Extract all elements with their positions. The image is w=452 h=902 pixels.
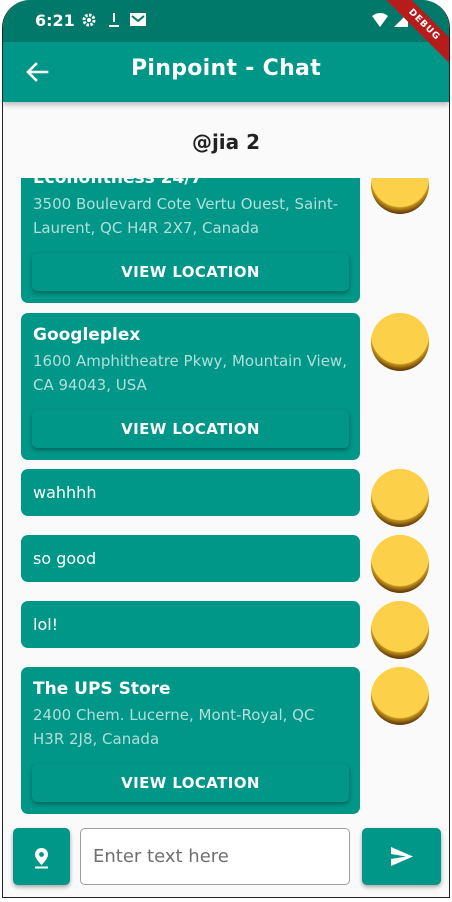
message-list[interactable]: Econofitness 24/7 3500 Boulevard Cote Ve…	[3, 178, 449, 818]
view-location-button[interactable]: VIEW LOCATION	[32, 764, 349, 802]
location-name: Econofitness 24/7	[33, 178, 203, 188]
chat-recipient: @jia 2	[3, 102, 449, 178]
location-address: 2400 Chem. Lucerne, Mont-Royal, QC H3R 2…	[33, 706, 315, 748]
message-text: lol!	[33, 615, 59, 634]
app-bar: Pinpoint - Chat	[3, 42, 449, 102]
view-location-button[interactable]: VIEW LOCATION	[32, 253, 349, 291]
app-screen: 6:21 DEBUG Pinpoint - Chat @jia 2 Econof	[2, 0, 450, 898]
settings-icon	[81, 12, 97, 32]
message-composer	[3, 818, 449, 897]
status-bar: 6:21	[3, 0, 449, 42]
view-location-button[interactable]: VIEW LOCATION	[32, 410, 349, 448]
text-message: lol!	[21, 601, 360, 648]
message-input[interactable]	[80, 828, 350, 885]
location-message: Econofitness 24/7 3500 Boulevard Cote Ve…	[21, 178, 360, 303]
avatar	[371, 469, 429, 527]
message-text: wahhhh	[33, 483, 97, 502]
app-title: Pinpoint - Chat	[130, 56, 322, 81]
text-message: so good	[21, 535, 360, 582]
download-icon	[107, 12, 121, 32]
location-message: The UPS Store 2400 Chem. Lucerne, Mont-R…	[21, 667, 360, 814]
wifi-icon	[371, 12, 389, 32]
send-icon	[391, 847, 413, 866]
text-message: wahhhh	[21, 469, 360, 516]
location-address: 1600 Amphitheatre Pkwy, Mountain View, C…	[33, 352, 347, 394]
share-location-button[interactable]	[13, 828, 70, 885]
location-pin-icon	[35, 848, 48, 869]
location-name: The UPS Store	[33, 679, 171, 699]
avatar	[371, 601, 429, 659]
status-time: 6:21	[35, 11, 75, 30]
send-button[interactable]	[362, 828, 441, 885]
location-name: Googleplex	[33, 325, 141, 345]
mail-icon	[129, 12, 147, 32]
avatar	[371, 178, 429, 214]
avatar	[371, 313, 429, 371]
avatar	[371, 667, 429, 725]
location-message: Googleplex 1600 Amphitheatre Pkwy, Mount…	[21, 313, 360, 460]
location-address: 3500 Boulevard Cote Vertu Ouest, Saint-L…	[33, 195, 339, 237]
avatar	[371, 535, 429, 593]
message-text: so good	[33, 549, 97, 568]
